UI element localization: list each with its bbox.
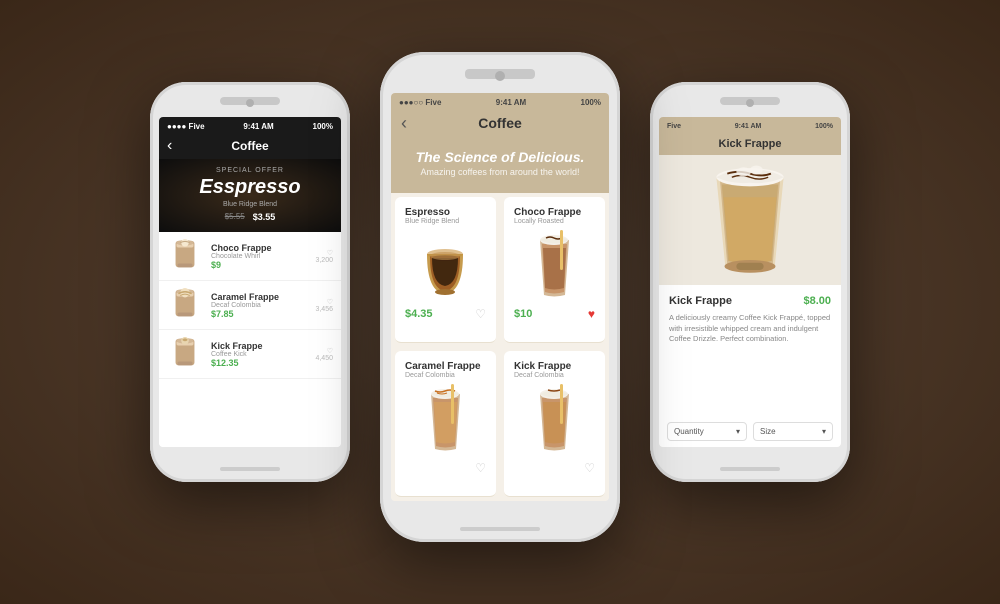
left-price-new: $3.55 xyxy=(253,212,276,222)
list-item-name: Caramel Frappe xyxy=(211,292,307,302)
right-selectors: Quantity ▾ Size ▾ xyxy=(667,422,833,441)
left-hero-product-name: Esspresso xyxy=(169,176,331,199)
product-price: $10 xyxy=(514,308,532,320)
phones-container: ●●●● Five 9:41 AM 100% ‹ Coffee Special … xyxy=(120,22,880,582)
right-product-image xyxy=(700,160,800,280)
list-item-likes: ♡3,200 xyxy=(315,249,333,264)
right-status-bar: Five 9:41 AM 100% xyxy=(659,117,841,135)
product-price: $4.35 xyxy=(405,308,433,320)
left-time: 9:41 AM xyxy=(243,122,273,131)
list-item-subtitle: Coffee Kick xyxy=(211,351,307,358)
center-battery: 100% xyxy=(581,98,601,107)
product-image xyxy=(514,231,595,301)
product-image xyxy=(405,385,486,455)
left-signal: ●●●● Five xyxy=(167,122,205,131)
right-phone: Five 9:41 AM 100% Kick Frappe xyxy=(650,82,850,482)
center-phone: ●●●○○ Five 9:41 AM 100% ‹ Coffee The Sci… xyxy=(380,52,620,542)
center-tagline: The Science of Delicious. xyxy=(405,149,595,165)
left-phone: ●●●● Five 9:41 AM 100% ‹ Coffee Special … xyxy=(150,82,350,482)
product-image xyxy=(405,231,486,301)
product-name: Kick Frappe xyxy=(514,361,595,372)
right-home-indicator xyxy=(720,467,780,471)
center-product-grid: Espresso Blue Ridge Blend xyxy=(391,193,609,501)
list-item-subtitle: Chocolate Whirl xyxy=(211,253,307,260)
list-item-price: $9 xyxy=(211,260,307,270)
size-chevron-icon: ▾ xyxy=(822,427,826,436)
left-back-button[interactable]: ‹ xyxy=(167,137,172,155)
right-time: 9:41 AM xyxy=(735,123,762,130)
product-subtitle: Decaf Colombia xyxy=(514,372,595,379)
left-product-list: Choco Frappe Chocolate Whirl $9 ♡3,200 xyxy=(159,232,341,447)
quantity-label: Quantity xyxy=(674,427,704,436)
list-item-likes: ♡4,450 xyxy=(315,347,333,362)
left-special-offer-label: Special Offer xyxy=(169,167,331,174)
list-item[interactable]: Choco Frappe Chocolate Whirl $9 ♡3,200 xyxy=(159,232,341,281)
product-card-caramel-frappe[interactable]: Caramel Frappe Decaf Colombia xyxy=(395,351,496,497)
list-item-price: $12.35 xyxy=(211,358,307,368)
right-header: Five 9:41 AM 100% Kick Frappe xyxy=(659,117,841,155)
product-name: Choco Frappe xyxy=(514,207,595,218)
center-hero-subtitle: Amazing coffees from around the world! xyxy=(405,167,595,177)
product-image xyxy=(514,385,595,455)
product-heart-icon[interactable]: ♥ xyxy=(588,307,595,321)
center-hero: The Science of Delicious. Amazing coffee… xyxy=(391,137,609,193)
center-signal: ●●●○○ Five xyxy=(399,98,441,107)
right-signal: Five xyxy=(667,123,681,130)
product-name: Caramel Frappe xyxy=(405,361,486,372)
product-subtitle: Blue Ridge Blend xyxy=(405,218,486,225)
list-item-name: Choco Frappe xyxy=(211,243,307,253)
product-subtitle: Decaf Colombia xyxy=(405,372,486,379)
list-item-image xyxy=(167,287,203,323)
center-header: ●●●○○ Five 9:41 AM 100% ‹ Coffee xyxy=(391,93,609,137)
product-name: Espresso xyxy=(405,207,486,218)
product-heart-icon[interactable]: ♡ xyxy=(475,307,486,321)
left-status-bar: ●●●● Five 9:41 AM 100% xyxy=(159,117,341,135)
left-header: ●●●● Five 9:41 AM 100% ‹ Coffee xyxy=(159,117,341,159)
center-back-button[interactable]: ‹ xyxy=(401,113,407,134)
left-nav-title: Coffee xyxy=(231,139,268,153)
left-home-indicator xyxy=(220,467,280,471)
product-heart-icon[interactable]: ♡ xyxy=(475,461,486,475)
left-battery: 100% xyxy=(313,122,333,131)
left-price-old: $5.55 xyxy=(225,212,245,222)
size-selector[interactable]: Size ▾ xyxy=(753,422,833,441)
list-item[interactable]: Kick Frappe Coffee Kick $12.35 ♡4,450 xyxy=(159,330,341,379)
right-product-description: A deliciously creamy Coffee Kick Frappé,… xyxy=(669,313,831,345)
product-subtitle: Locally Roasted xyxy=(514,218,595,225)
product-heart-icon[interactable]: ♡ xyxy=(584,461,595,475)
right-nav-title: Kick Frappe xyxy=(719,138,782,150)
quantity-chevron-icon: ▾ xyxy=(736,427,740,436)
list-item-likes: ♡3,456 xyxy=(315,298,333,313)
list-item[interactable]: Caramel Frappe Decaf Colombia $7.85 ♡3,4… xyxy=(159,281,341,330)
center-time: 9:41 AM xyxy=(496,98,526,107)
center-status-bar: ●●●○○ Five 9:41 AM 100% xyxy=(391,93,609,111)
product-card-choco-frappe[interactable]: Choco Frappe Locally Roasted xyxy=(504,197,605,343)
quantity-selector[interactable]: Quantity ▾ xyxy=(667,422,747,441)
size-label: Size xyxy=(760,427,776,436)
list-item-subtitle: Decaf Colombia xyxy=(211,302,307,309)
list-item-name: Kick Frappe xyxy=(211,341,307,351)
list-item-image xyxy=(167,238,203,274)
product-card-espresso[interactable]: Espresso Blue Ridge Blend xyxy=(395,197,496,343)
left-hero: Special Offer Esspresso Blue Ridge Blend… xyxy=(159,159,341,232)
right-product-price: $8.00 xyxy=(803,295,831,307)
right-product-image-area xyxy=(659,155,841,285)
product-card-kick-frappe[interactable]: Kick Frappe Decaf Colombia xyxy=(504,351,605,497)
right-product-details: Kick Frappe $8.00 A deliciously creamy C… xyxy=(659,285,841,447)
list-item-price: $7.85 xyxy=(211,309,307,319)
list-item-image xyxy=(167,336,203,372)
center-home-indicator xyxy=(460,527,540,531)
center-nav-title: Coffee xyxy=(478,115,522,131)
right-product-name: Kick Frappe xyxy=(669,295,732,307)
right-battery: 100% xyxy=(815,123,833,130)
left-hero-subtitle: Blue Ridge Blend xyxy=(169,201,331,208)
